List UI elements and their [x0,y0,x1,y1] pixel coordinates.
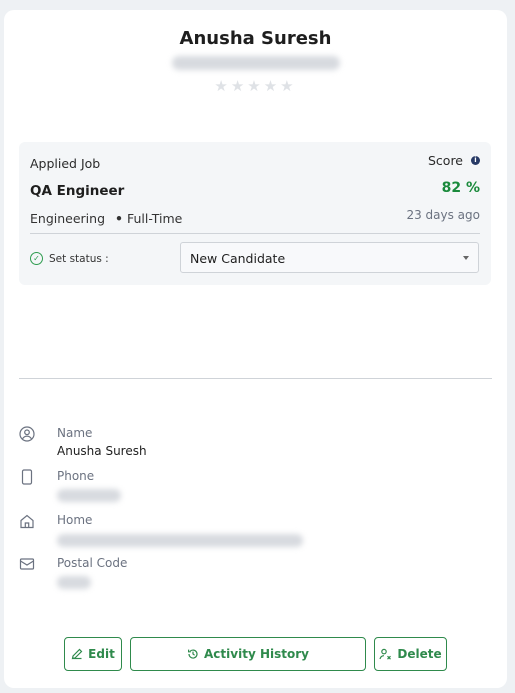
score-value: 82 % [441,180,480,196]
activity-history-button[interactable]: Activity History [130,637,366,671]
email-redacted [172,56,340,70]
phone-label: Phone [57,469,95,483]
job-department: Engineering [30,211,105,226]
meta-separator: • [115,211,123,226]
set-status: ✓ Set status : [30,252,109,265]
home-redacted [57,534,303,547]
section-divider [19,378,492,379]
info-icon[interactable]: i [471,156,480,165]
rating-stars[interactable]: ★★★★★ [4,77,507,95]
name-value: Anusha Suresh [57,444,147,458]
edit-button[interactable]: Edit [64,637,122,671]
home-icon [20,514,34,529]
score-label: Score [427,153,463,168]
home-label: Home [57,513,93,527]
job-title[interactable]: QA Engineer [30,183,124,199]
phone-redacted [57,489,121,502]
status-select-value: New Candidate [190,251,286,266]
candidate-card: Anusha Suresh ★★★★★ Applied Job Score i … [4,10,507,688]
mailbox-icon [19,558,35,570]
delete-button[interactable]: Delete [374,637,447,671]
delete-label: Delete [397,647,442,661]
phone-icon [21,469,33,485]
posted-time: 23 days ago [406,208,480,222]
divider [30,233,480,234]
postal-label: Postal Code [57,556,128,570]
postal-redacted [57,576,91,589]
name-label: Name [57,426,93,440]
status-check-icon: ✓ [30,252,43,265]
edit-label: Edit [88,647,115,661]
activity-history-label: Activity History [204,647,309,661]
applied-job-label: Applied Job [30,156,101,171]
remove-user-icon [379,648,392,660]
chevron-down-icon [463,256,469,260]
history-icon [188,649,198,659]
candidate-name: Anusha Suresh [179,28,332,49]
status-select[interactable]: New Candidate [180,242,479,273]
user-circle-icon [19,426,35,442]
job-type: Full-Time [127,211,183,226]
applied-job-panel: Applied Job Score i QA Engineer 82 % Eng… [19,142,491,285]
pencil-icon [71,648,83,660]
status-label: Set status : [49,252,109,265]
